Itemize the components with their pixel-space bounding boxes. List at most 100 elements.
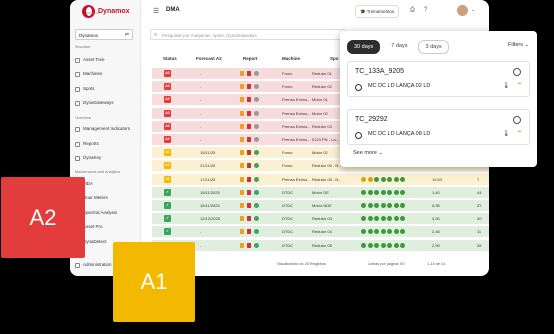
spot-card[interactable]: TC_29292 MC DC LD LANÇA 08 LD 🌡 ⌃ — [347, 109, 530, 145]
pdf-icon[interactable] — [247, 229, 251, 235]
chevron-down-icon[interactable]: ⌄ — [471, 7, 475, 13]
print-icon[interactable]: ⎙ — [410, 7, 415, 14]
spot-cell: Redutor 05 — [312, 242, 332, 248]
sidebar-item-reports[interactable]: Reports — [75, 139, 135, 149]
pdf-icon[interactable] — [247, 203, 251, 208]
filters-button[interactable]: Filters ⌄ — [508, 42, 529, 48]
sidebar-item-asset-tree[interactable]: Asset Tree — [75, 55, 135, 65]
avatar[interactable] — [457, 5, 468, 16]
col-machine[interactable]: Machine — [282, 56, 300, 61]
sidebar-item-spots[interactable]: Spots — [75, 84, 135, 94]
last-cell: 35 — [477, 242, 482, 248]
history-dot — [361, 242, 366, 248]
forecast-cell: - — [200, 242, 202, 248]
history-dot — [400, 229, 405, 235]
spot-cell: Motor NDE — [312, 203, 332, 208]
spot-icon — [75, 86, 80, 92]
status-badge: ✓ — [164, 215, 171, 223]
radio-icon[interactable] — [513, 68, 521, 76]
machine-cell: Forno — [282, 71, 293, 76]
trainings-button[interactable]: 🎓 Treinamentos — [355, 5, 400, 18]
forecast-cell: - — [200, 137, 202, 142]
document-icon[interactable] — [240, 176, 244, 182]
status-badge: ✓ — [164, 188, 171, 196]
document-icon[interactable] — [240, 123, 244, 129]
document-icon[interactable] — [240, 71, 244, 76]
range-3-days[interactable]: 3 days — [418, 40, 449, 54]
history-dot — [400, 203, 405, 208]
document-icon[interactable] — [240, 84, 244, 90]
table-row[interactable]: A1 17/11/25 Prensa Extrus... Redutor 05 - N… — [152, 173, 489, 185]
range-30-days[interactable]: 30 days — [347, 40, 381, 54]
document-icon[interactable] — [240, 216, 244, 222]
pdf-icon[interactable] — [247, 84, 251, 90]
pdf-icon[interactable] — [247, 163, 251, 169]
spot-card-id: TC_133A_9205 — [355, 68, 405, 75]
report-status-icon — [254, 150, 259, 156]
history-dot — [380, 189, 386, 195]
forecast-cell: 15/11/2025 — [200, 203, 220, 208]
company-selector[interactable]: Dynamox ⇄ — [75, 29, 133, 40]
spot-cell: Redutor 02 — [312, 84, 332, 90]
document-icon[interactable] — [240, 97, 244, 103]
pdf-icon[interactable] — [247, 216, 251, 222]
value-cell: 19,63 — [432, 176, 443, 182]
sidebar-item-management-indicators[interactable]: Management Indicators — [75, 124, 135, 134]
menu-icon[interactable]: ☰ — [153, 7, 159, 15]
document-icon[interactable] — [240, 203, 244, 208]
history-dot — [374, 176, 379, 182]
range-7-days[interactable]: 7 days — [385, 40, 413, 52]
table-row[interactable]: ✓-DTDCRedutor 052,9035 — [152, 239, 489, 251]
pdf-icon[interactable] — [247, 123, 251, 129]
chevron-down-icon: ⌄ — [524, 42, 530, 48]
history-dot — [361, 229, 366, 235]
history-dot — [361, 176, 366, 182]
forecast-cell: - — [200, 71, 202, 76]
pdf-icon[interactable] — [247, 150, 251, 156]
footer-info: Visualizando os 25 Registros — [277, 262, 326, 266]
pdf-icon[interactable] — [247, 189, 251, 195]
see-more-button[interactable]: See more ⌄ — [353, 150, 383, 156]
search-input[interactable]: ⌕ Pesquisar por máquinas, spots, DynaGat… — [150, 29, 345, 40]
gateway-icon — [75, 100, 80, 106]
document-icon[interactable] — [240, 163, 244, 169]
pdf-icon[interactable] — [247, 176, 251, 182]
table-row[interactable]: ✓ - DTDC Redutor 04 2,46 11 — [152, 226, 489, 238]
sidebar-item-machines[interactable]: Machines — [75, 69, 135, 79]
document-icon[interactable] — [240, 110, 244, 116]
sidebar-item-dynakey[interactable]: DynaKey — [75, 153, 135, 163]
col-report[interactable]: Report — [243, 56, 258, 61]
pdf-icon[interactable] — [247, 110, 251, 116]
sidebar-section-maintenance: Maintenance and Analytics — [75, 170, 121, 174]
pdf-icon[interactable] — [247, 71, 251, 76]
pdf-icon[interactable] — [247, 137, 251, 142]
history-dot — [400, 189, 405, 195]
table-row[interactable]: ✓ 12/12/2025 DTDC Redutor 03 3,30 30 — [152, 213, 489, 225]
history-dot — [387, 203, 392, 208]
spot-card-location: MC DC LD LANÇA 02 LD — [368, 83, 431, 89]
col-forecast[interactable]: Forecast A2 — [196, 56, 222, 61]
document-icon[interactable] — [240, 242, 244, 248]
radio-icon[interactable] — [513, 116, 521, 124]
key-icon — [75, 155, 80, 161]
report-status-icon — [254, 203, 259, 208]
history-dot — [400, 176, 405, 182]
table-row[interactable]: ✓ 15/11/2025 DTDC Motor DE 1,40 44 — [152, 186, 489, 198]
pdf-icon[interactable] — [247, 242, 251, 248]
col-spot[interactable]: Spo — [330, 56, 339, 61]
rows-per-page[interactable]: Linhas por página: 50 — [368, 262, 405, 266]
machine-cell: Prensa Extrus... — [282, 176, 311, 182]
spot-card[interactable]: TC_133A_9205 MC DC LD LANÇA 02 LD 🌡 ⌃ — [347, 61, 530, 97]
last-cell: 30 — [477, 216, 482, 222]
document-icon[interactable] — [240, 137, 244, 142]
admin-icon — [75, 262, 80, 268]
help-icon[interactable]: ? — [424, 7, 427, 13]
table-row[interactable]: ✓ 15/11/2025 DTDC Motor NDE 0,95 37 — [152, 200, 489, 211]
machine-cell: Prensa Extrus... — [282, 123, 311, 129]
document-icon[interactable] — [240, 229, 244, 235]
sidebar-item-dynagateways[interactable]: DynaGateways — [75, 98, 135, 108]
pdf-icon[interactable] — [247, 97, 251, 103]
col-status[interactable]: Status — [163, 56, 177, 61]
document-icon[interactable] — [240, 150, 244, 156]
document-icon[interactable] — [240, 189, 244, 195]
